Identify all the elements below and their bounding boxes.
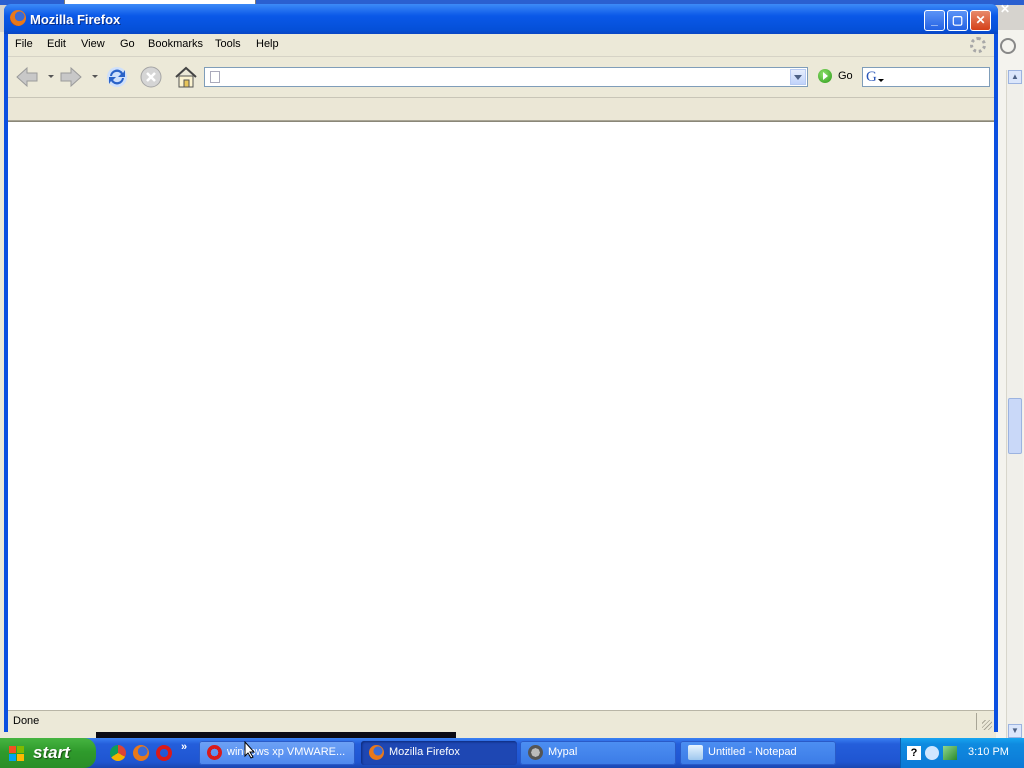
scroll-thumb[interactable] xyxy=(1008,398,1022,454)
opera-icon[interactable] xyxy=(156,745,172,761)
reload-icon[interactable] xyxy=(104,64,130,90)
task-label: Mypal xyxy=(548,746,578,758)
page-icon xyxy=(210,71,220,83)
url-bar[interactable] xyxy=(204,67,808,87)
window-title: Mozilla Firefox xyxy=(30,12,121,27)
tray-collapse-icon[interactable] xyxy=(925,746,939,760)
minimize-icon: _ xyxy=(931,13,938,27)
user-icon xyxy=(1000,38,1016,54)
menu-view-label: View xyxy=(81,38,105,50)
close-button[interactable]: ✕ xyxy=(970,10,991,31)
status-bar: Done xyxy=(8,710,994,732)
page-content[interactable] xyxy=(8,121,994,710)
menu-bookmarks-label: Bookmarks xyxy=(148,38,204,50)
scroll-down-icon[interactable]: ▼ xyxy=(1008,724,1022,738)
clock: 3:10 PM xyxy=(968,746,1009,758)
background-close-icon[interactable]: ✕ xyxy=(1000,2,1010,16)
start-label: start xyxy=(33,743,70,762)
mouse-cursor-icon xyxy=(244,741,256,759)
title-bar[interactable]: Mozilla Firefox _ ▢ ✕ xyxy=(4,4,998,34)
menu-edit-label: Edit xyxy=(47,38,66,50)
go-icon xyxy=(818,69,832,83)
menu-bar: File Edit View Go Bookmarks Tools Help xyxy=(8,34,994,57)
chrome-icon[interactable] xyxy=(110,745,126,761)
firefox-window: Mozilla Firefox _ ▢ ✕ File Edit View Go … xyxy=(4,4,998,732)
scroll-up-icon[interactable]: ▲ xyxy=(1008,70,1022,84)
stop-icon[interactable] xyxy=(138,64,164,90)
task-label: Mozilla Firefox xyxy=(389,746,460,758)
start-button[interactable]: start xyxy=(0,738,96,768)
close-icon: ✕ xyxy=(975,13,986,27)
firefox-icon xyxy=(10,10,26,26)
task-mypal[interactable]: Mypal xyxy=(520,741,676,765)
help-icon[interactable]: ? xyxy=(907,746,921,760)
network-icon[interactable] xyxy=(943,746,957,760)
window-client: File Edit View Go Bookmarks Tools Help G… xyxy=(8,34,994,732)
resize-grip-icon[interactable] xyxy=(982,720,992,730)
system-tray: ? 3:10 PM xyxy=(900,738,1024,768)
url-input[interactable] xyxy=(225,69,789,87)
menu-bookmarks[interactable]: Bookmarks xyxy=(148,38,203,50)
menu-tools-label: Tools xyxy=(215,38,241,50)
throbber-icon xyxy=(970,37,986,53)
back-dropdown-icon[interactable] xyxy=(48,75,54,78)
forward-dropdown-icon[interactable] xyxy=(92,75,98,78)
opera-icon xyxy=(207,745,222,760)
menu-tools[interactable]: Tools xyxy=(215,38,241,50)
menu-file[interactable]: File xyxy=(15,38,33,50)
go-label: Go xyxy=(838,70,853,82)
background-scrollbar[interactable]: ▲ ▼ xyxy=(1006,70,1023,738)
minimize-button[interactable]: _ xyxy=(924,10,945,31)
menu-go-label: Go xyxy=(120,38,135,50)
maximize-button[interactable]: ▢ xyxy=(947,10,968,31)
search-input[interactable] xyxy=(887,69,991,87)
bookmarks-toolbar xyxy=(8,98,994,121)
notepad-icon xyxy=(688,745,703,760)
google-search-icon[interactable]: G xyxy=(866,69,884,85)
task-windows-xp-vmware[interactable]: windows xp VMWARE... xyxy=(199,741,355,765)
menu-file-label: File xyxy=(15,38,33,50)
firefox-icon xyxy=(369,745,384,760)
firefox-quicklaunch-icon[interactable] xyxy=(133,745,149,761)
menu-help[interactable]: Help xyxy=(256,38,279,50)
url-dropdown-icon[interactable] xyxy=(790,69,806,85)
task-untitled-notepad[interactable]: Untitled - Notepad xyxy=(680,741,836,765)
mypal-icon xyxy=(528,745,543,760)
back-arrow-icon[interactable] xyxy=(14,64,40,90)
menu-go[interactable]: Go xyxy=(120,38,135,50)
task-mozilla-firefox[interactable]: Mozilla Firefox xyxy=(361,741,517,765)
status-text: Done xyxy=(13,715,40,727)
home-icon[interactable] xyxy=(173,64,199,90)
quicklaunch-more-icon[interactable]: » xyxy=(181,741,187,753)
taskbar: start » windows xp VMWARE... Mozilla Fir… xyxy=(0,738,1024,768)
menu-edit[interactable]: Edit xyxy=(47,38,66,50)
navigation-toolbar: Go G xyxy=(8,57,994,98)
search-box[interactable]: G xyxy=(862,67,991,87)
menu-view[interactable]: View xyxy=(81,38,105,50)
windows-flag-icon xyxy=(9,746,25,762)
menu-help-label: Help xyxy=(256,38,279,50)
maximize-icon: ▢ xyxy=(951,13,964,27)
task-label: Untitled - Notepad xyxy=(708,746,797,758)
status-divider xyxy=(976,713,977,730)
forward-arrow-icon[interactable] xyxy=(58,64,84,90)
